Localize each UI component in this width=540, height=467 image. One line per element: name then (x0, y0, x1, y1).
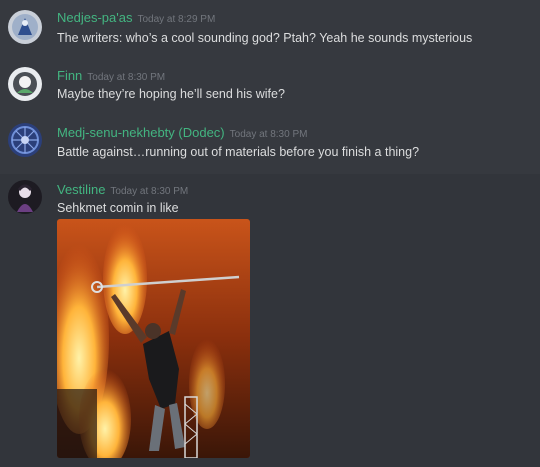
message-text: Maybe they’re hoping he’ll send his wife… (57, 87, 285, 101)
avatar[interactable] (8, 67, 42, 101)
avatar-image-icon (8, 67, 42, 101)
message-username[interactable]: Medj-senu-nekhebty (Dodec) (57, 125, 225, 140)
chat-message: Medj-senu-nekhebty (Dodec) Today at 8:30 … (0, 116, 540, 174)
chat-message-list: Nedjes-pa'as Today at 8:29 PM The writers… (0, 0, 540, 467)
message-text: Battle against…running out of materials … (57, 145, 420, 159)
message-timestamp: Today at 8:30 PM (229, 129, 308, 140)
avatar[interactable] (8, 123, 42, 157)
message-username[interactable]: Vestiline (57, 182, 105, 197)
message-timestamp: Today at 8:29 PM (137, 14, 216, 25)
avatar-image-icon (8, 123, 42, 157)
avatar-image-icon (8, 180, 42, 214)
fire-performer-gif-image (57, 219, 250, 458)
avatar-image-icon (8, 10, 42, 44)
message-text: Sehkmet comin in like (57, 201, 179, 215)
avatar[interactable] (8, 180, 42, 214)
message-timestamp: Today at 8:30 PM (110, 186, 189, 197)
avatar[interactable] (8, 10, 42, 44)
chat-message: Nedjes-pa'as Today at 8:29 PM The writers… (0, 0, 540, 58)
chat-message: Finn Today at 8:30 PM Maybe they’re hopin… (0, 58, 540, 116)
message-timestamp: Today at 8:30 PM (87, 72, 166, 83)
message-text: The writers: who’s a cool sounding god? … (57, 31, 473, 45)
message-username[interactable]: Finn (57, 68, 82, 83)
message-username[interactable]: Nedjes-pa'as (57, 10, 132, 25)
gif-attachment[interactable] (57, 219, 250, 458)
